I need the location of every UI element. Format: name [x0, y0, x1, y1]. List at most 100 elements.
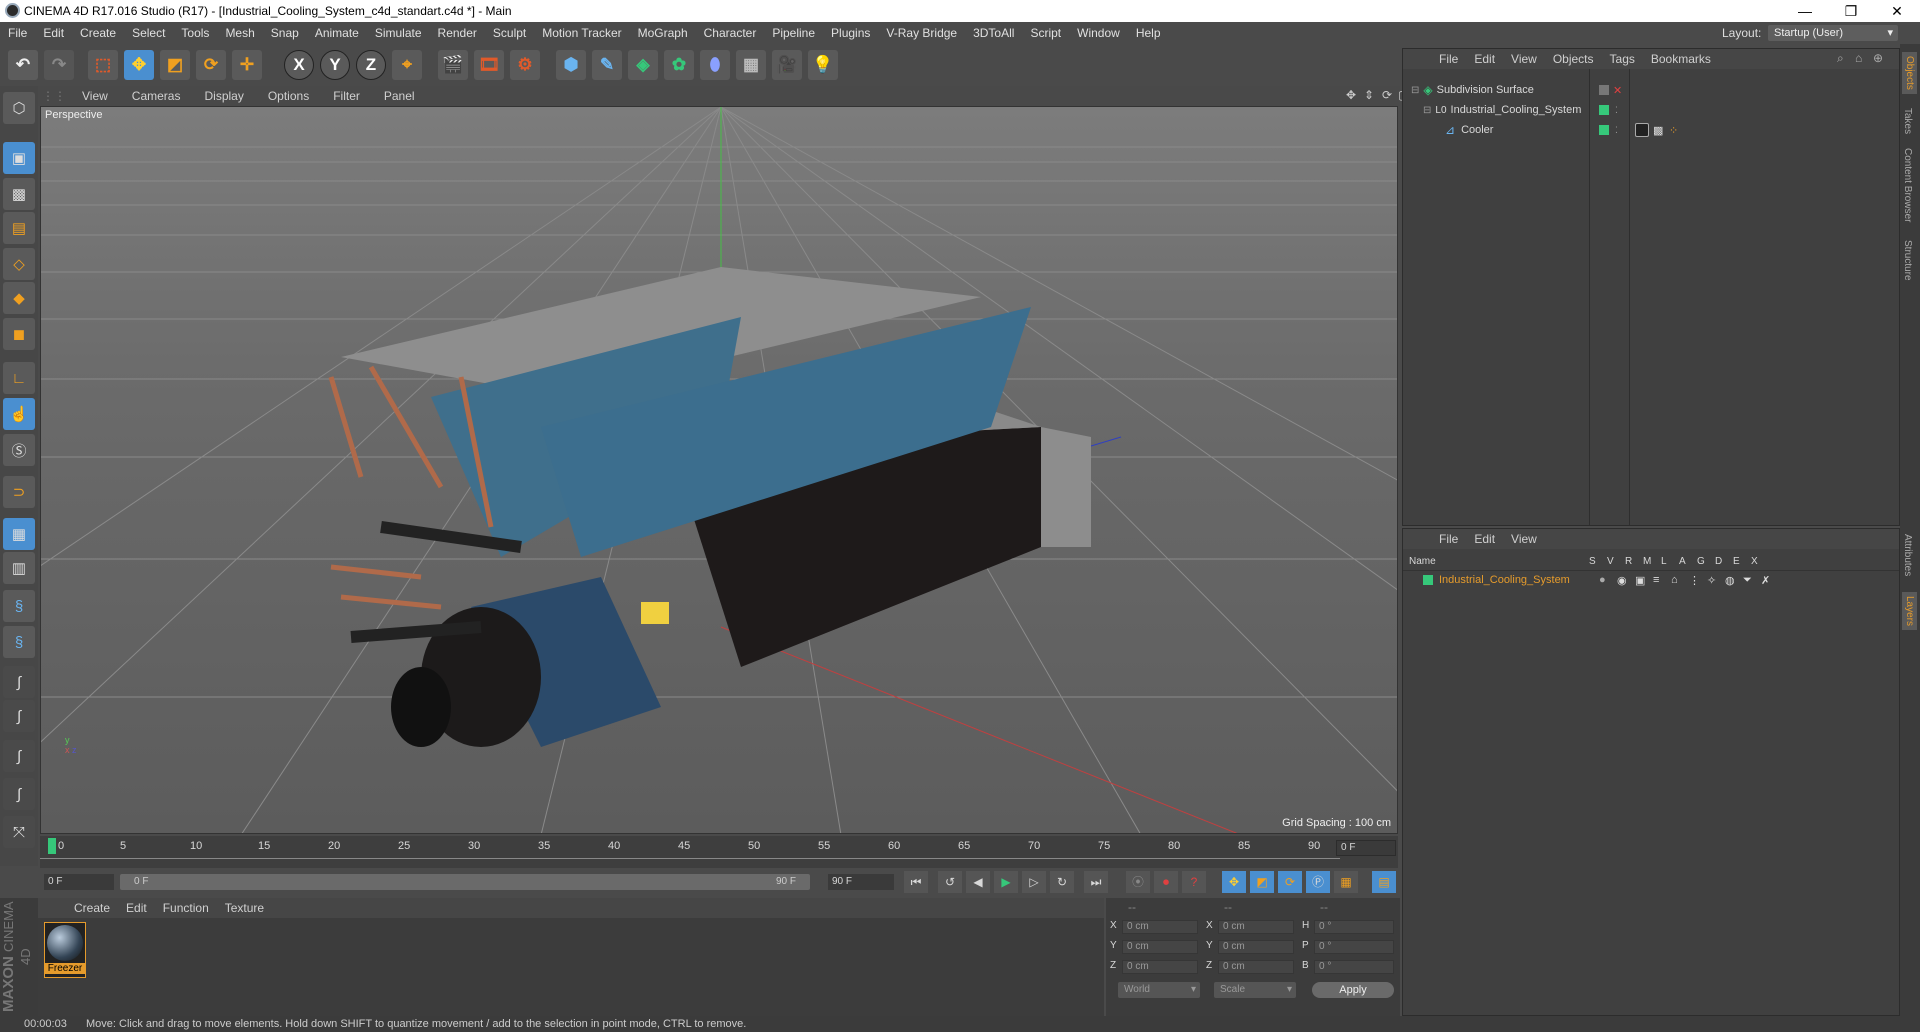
frame-range-slider[interactable]: 0 F 90 F [120, 874, 810, 890]
render-view-button[interactable]: 🎬 [438, 50, 468, 80]
menu-mograph[interactable]: MoGraph [630, 26, 696, 40]
collapse-icon[interactable]: ⊟ [1411, 85, 1419, 96]
magnet-icon[interactable]: ⊃ [3, 476, 35, 508]
layer-color-swatch[interactable] [1599, 125, 1609, 135]
size-x-field[interactable]: 0 cm [1218, 920, 1294, 934]
grid-snap-icon[interactable]: ▥ [3, 552, 35, 584]
view-eye-icon[interactable]: ◉ [1617, 574, 1635, 587]
layout-select[interactable]: Startup (User) ▾ [1768, 25, 1898, 41]
spline-pen-icon[interactable]: ✎ [592, 50, 622, 80]
generator-icon[interactable]: ✧ [1707, 574, 1725, 587]
subdivision-surface-icon[interactable]: ◈ [628, 50, 658, 80]
render-icon[interactable]: ▣ [1635, 574, 1653, 587]
timeline-ruler[interactable]: 0 5 10 15 20 25 30 35 40 45 50 55 60 65 … [40, 836, 1398, 868]
key-parameter-icon[interactable]: Ⓟ [1306, 871, 1330, 893]
material-menu-texture[interactable]: Texture [217, 901, 272, 915]
new-view-icon[interactable]: ⊕ [1865, 51, 1891, 65]
object-row-industrial-cooling-system[interactable]: ⊟ L0 Industrial_Cooling_System ⁚ [1403, 101, 1899, 119]
model-mode-icon[interactable]: ▣ [3, 142, 35, 174]
menu-simulate[interactable]: Simulate [367, 26, 430, 40]
motion-path-icon[interactable]: ⦿ [1126, 871, 1150, 893]
menu-vray-bridge[interactable]: V-Ray Bridge [878, 26, 965, 40]
tab-takes[interactable]: Takes [1902, 108, 1913, 134]
paint-brush-icon[interactable]: ∫ [3, 700, 35, 732]
pos-y-field[interactable]: 0 cm [1122, 940, 1198, 954]
next-frame-icon[interactable]: ▷ [1022, 871, 1046, 893]
layer-row[interactable]: Industrial_Cooling_System ● ◉ ▣ ≡ ⌂ ⋮ ✧ … [1403, 571, 1899, 589]
python-icon[interactable]: § [3, 590, 35, 622]
camera-object-icon[interactable]: 🎥 [772, 50, 802, 80]
material-menu-create[interactable]: Create [66, 901, 118, 915]
menu-edit[interactable]: Edit [35, 26, 72, 40]
cube-object-icon[interactable]: ⬢ [556, 50, 586, 80]
object-menu-bookmarks[interactable]: Bookmarks [1643, 52, 1719, 66]
tab-layers[interactable]: Layers [1902, 592, 1917, 631]
maximize-button[interactable]: ❐ [1828, 0, 1874, 22]
menu-window[interactable]: Window [1069, 26, 1128, 40]
object-menu-objects[interactable]: Objects [1545, 52, 1602, 66]
redo-button[interactable]: ↷ [44, 50, 74, 80]
layer-color-swatch[interactable] [1423, 575, 1433, 585]
animation-icon[interactable]: ⋮ [1689, 574, 1707, 587]
rot-p-field[interactable]: 0 ° [1314, 940, 1394, 954]
object-menu-tags[interactable]: Tags [1602, 52, 1643, 66]
minimize-button[interactable]: — [1782, 0, 1828, 22]
layer-menu-file[interactable]: File [1431, 532, 1466, 546]
menu-plugins[interactable]: Plugins [823, 26, 878, 40]
solo-icon[interactable]: ● [1599, 574, 1617, 586]
previous-frame-icon[interactable]: ◀ [966, 871, 990, 893]
transform-tool-button[interactable]: ✛ [232, 50, 262, 80]
menu-animate[interactable]: Animate [307, 26, 367, 40]
key-scale-icon[interactable]: ◩ [1250, 871, 1274, 893]
move-tool-button[interactable]: ✥ [124, 50, 154, 80]
object-menu-view[interactable]: View [1503, 52, 1545, 66]
expression-icon[interactable]: ⏷ [1743, 574, 1761, 587]
x-axis-lock-button[interactable]: X [284, 50, 314, 80]
xref-icon[interactable]: ✗ [1761, 574, 1779, 587]
tab-structure[interactable]: Structure [1902, 240, 1913, 281]
menu-character[interactable]: Character [696, 26, 765, 40]
menu-pipeline[interactable]: Pipeline [764, 26, 823, 40]
tab-attributes[interactable]: Attributes [1902, 534, 1913, 576]
deformer-icon[interactable]: ⬮ [700, 50, 730, 80]
menu-create[interactable]: Create [72, 26, 124, 40]
viewport-menu-cameras[interactable]: Cameras [120, 89, 193, 103]
material-menu-function[interactable]: Function [155, 901, 217, 915]
menu-motion-tracker[interactable]: Motion Tracker [534, 26, 629, 40]
uvw-tag-icon[interactable]: ▩ [1653, 124, 1663, 137]
size-z-field[interactable]: 0 cm [1218, 960, 1294, 974]
layer-menu-view[interactable]: View [1503, 532, 1545, 546]
tab-content-browser[interactable]: Content Browser [1902, 148, 1913, 222]
key-position-icon[interactable]: ✥ [1222, 871, 1246, 893]
polygons-mode-icon[interactable]: ◼ [3, 318, 35, 350]
pos-x-field[interactable]: 0 cm [1122, 920, 1198, 934]
layer-color-swatch[interactable] [1599, 85, 1609, 95]
make-editable-icon[interactable]: ⬡ [3, 92, 35, 124]
undo-button[interactable]: ↶ [8, 50, 38, 80]
menu-select[interactable]: Select [124, 26, 173, 40]
previous-key-icon[interactable]: ↺ [938, 871, 962, 893]
pos-z-field[interactable]: 0 cm [1122, 960, 1198, 974]
knife-tool-icon[interactable]: ∫ [3, 778, 35, 810]
menu-render[interactable]: Render [430, 26, 485, 40]
start-frame-field[interactable]: 0 F [44, 874, 114, 890]
menu-script[interactable]: Script [1022, 26, 1069, 40]
light-object-icon[interactable]: 💡 [808, 50, 838, 80]
smooth-brush-icon[interactable]: ∫ [3, 740, 35, 772]
timeline-window-icon[interactable]: ▤ [1372, 871, 1396, 893]
end-frame-field[interactable]: 90 F [828, 874, 894, 890]
material-menu-edit[interactable]: Edit [118, 901, 155, 915]
go-to-end-icon[interactable]: ⏭ [1084, 871, 1108, 893]
object-menu-file[interactable]: File [1431, 52, 1466, 66]
tab-objects[interactable]: Objects [1902, 52, 1917, 94]
menu-mesh[interactable]: Mesh [217, 26, 262, 40]
menu-help[interactable]: Help [1128, 26, 1169, 40]
render-picture-viewer-button[interactable]: 🎞 [474, 50, 504, 80]
menu-3dtoall[interactable]: 3DToAll [965, 26, 1022, 40]
material-swatch-freezer[interactable]: Freezer [44, 922, 86, 978]
rot-b-field[interactable]: 0 ° [1314, 960, 1394, 974]
manager-icon[interactable]: ≡ [1653, 574, 1671, 586]
visibility-dots-icon[interactable]: ⁚ [1615, 105, 1618, 116]
apply-button[interactable]: Apply [1312, 982, 1394, 998]
rotate-tool-button[interactable]: ⟳ [196, 50, 226, 80]
